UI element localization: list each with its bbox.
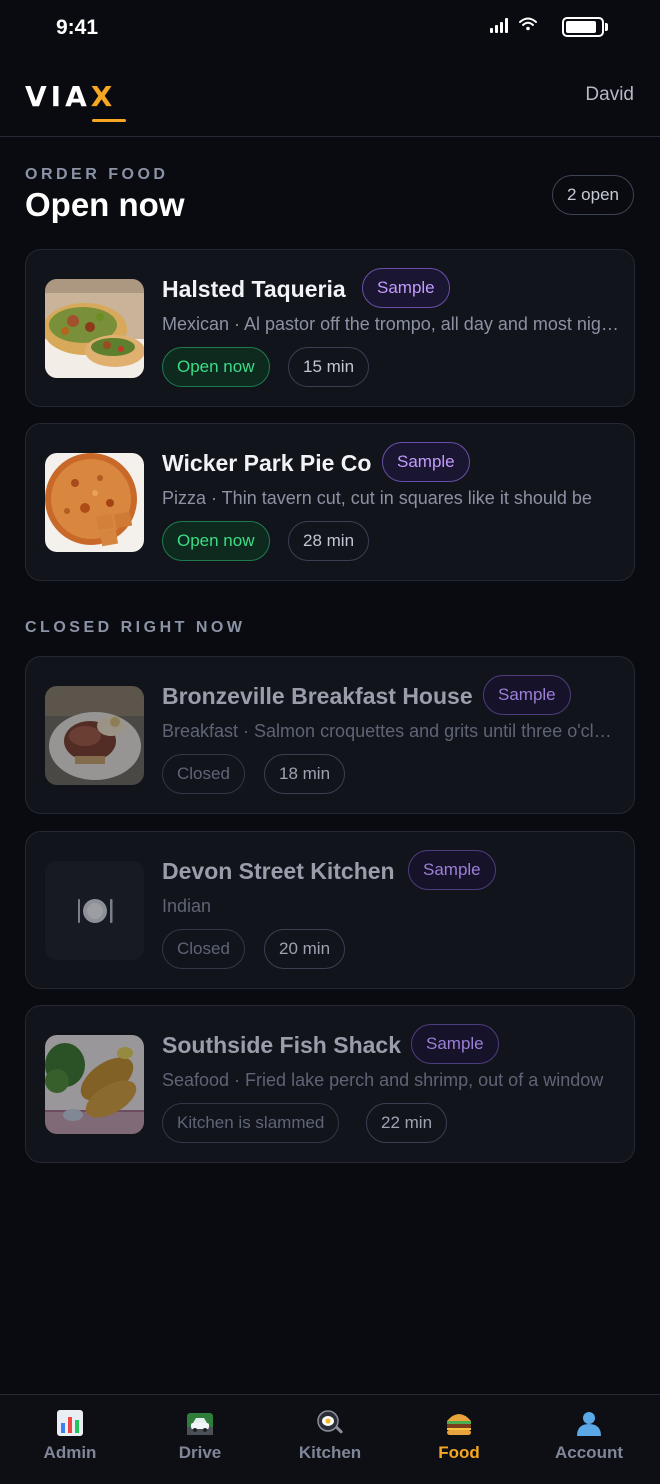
eta-badge: 22 min	[366, 1103, 448, 1143]
nav-item-food[interactable]: Food	[404, 1409, 514, 1463]
nav-item-kitchen[interactable]: Kitchen	[275, 1409, 385, 1463]
open-count-badge: 2 open	[552, 175, 634, 215]
restaurant-description: Breakfast · Salmon croquettes and grits …	[162, 721, 620, 741]
eta-badge: 20 min	[264, 929, 346, 969]
restaurant-name: Southside Fish Shack	[162, 1032, 401, 1058]
app-header: VIAX David	[0, 56, 660, 137]
restaurant-photo-placeholder	[45, 861, 144, 960]
status-time: 9:41	[56, 16, 99, 39]
sample-badge: Sample	[411, 1024, 499, 1064]
burger-icon	[447, 1414, 471, 1435]
closed-status-badge: Closed	[162, 929, 245, 969]
order-food-eyebrow: ORDER FOOD	[25, 166, 169, 183]
eta-badge: 18 min	[264, 754, 346, 794]
restaurant-name: Halsted Taqueria	[162, 276, 346, 302]
wifi-icon	[519, 17, 537, 31]
restaurant-photo	[45, 279, 144, 378]
open-status-badge: Open now	[162, 521, 270, 561]
restaurant-name: Devon Street Kitchen	[162, 858, 395, 884]
eta-badge: 28 min	[288, 521, 370, 561]
battery-icon	[562, 17, 608, 37]
user-name[interactable]: David	[585, 84, 634, 106]
status-bar: 9:41	[0, 0, 660, 56]
restaurant-photo	[45, 1035, 144, 1134]
restaurant-name: Wicker Park Pie Co	[162, 450, 372, 476]
plate-icon	[77, 898, 112, 923]
open-status-badge: Open now	[162, 347, 270, 387]
viax-logo[interactable]: VIAX	[25, 80, 116, 113]
closed-section-eyebrow: CLOSED RIGHT NOW	[25, 619, 246, 636]
restaurant-card[interactable]: Southside Fish Shack Sample Seafood · Fr…	[25, 1005, 635, 1163]
restaurant-card[interactable]: Wicker Park Pie Co Sample Pizza · Thin t…	[25, 423, 635, 581]
restaurant-description: Indian	[162, 896, 212, 916]
nav-item-account[interactable]: Account	[534, 1409, 644, 1463]
nav-item-drive[interactable]: Drive	[145, 1409, 255, 1463]
car-icon	[187, 1413, 213, 1435]
restaurant-description: Pizza · Thin tavern cut, cut in squares …	[162, 488, 592, 508]
logo-underline	[92, 119, 126, 122]
closed-status-badge: Closed	[162, 754, 245, 794]
sample-badge: Sample	[362, 268, 450, 308]
cellular-signal-icon	[490, 18, 508, 33]
page-title: Open now	[25, 186, 185, 223]
restaurant-card[interactable]: Devon Street Kitchen Sample Indian Close…	[25, 831, 635, 989]
busy-status-badge: Kitchen is slammed	[162, 1103, 340, 1143]
restaurant-description: Mexican · Al pastor off the trompo, all …	[162, 314, 620, 334]
frying-pan-icon	[317, 1410, 343, 1434]
restaurant-photo	[45, 686, 144, 785]
restaurant-description: Seafood · Fried lake perch and shrimp, o…	[162, 1070, 604, 1090]
user-icon	[577, 1412, 601, 1436]
bar-chart-icon	[57, 1410, 83, 1436]
restaurant-card[interactable]: Bronzeville Breakfast House Sample Break…	[25, 656, 635, 814]
nav-item-admin[interactable]: Admin	[15, 1409, 125, 1463]
sample-badge: Sample	[382, 442, 470, 482]
eta-badge: 15 min	[288, 347, 370, 387]
restaurant-name: Bronzeville Breakfast House	[162, 683, 473, 709]
sample-badge: Sample	[483, 675, 571, 715]
restaurant-card[interactable]: Halsted Taqueria Sample Mexican · Al pas…	[25, 249, 635, 407]
bottom-nav: Admin Drive Kitchen Food Account	[0, 1394, 660, 1484]
restaurant-photo	[45, 453, 144, 552]
sample-badge: Sample	[408, 850, 496, 890]
